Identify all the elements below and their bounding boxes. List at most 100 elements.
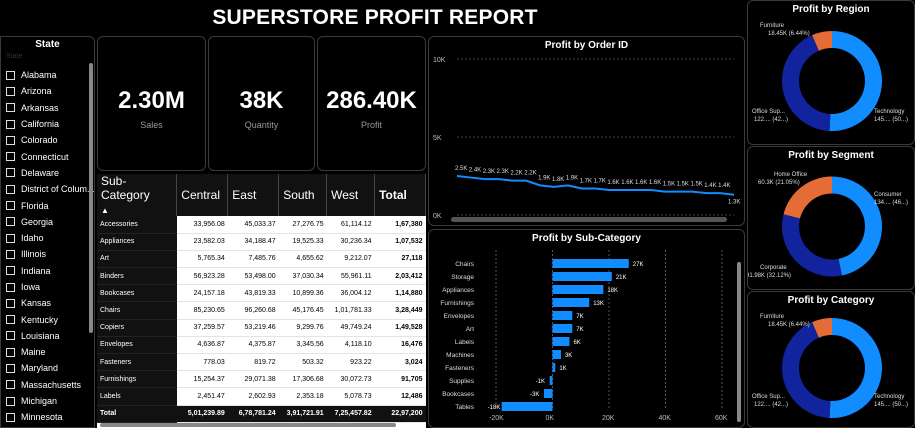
checkbox[interactable]	[6, 412, 15, 422]
checkbox[interactable]	[6, 347, 15, 357]
table-row[interactable]: Appliances 23,582.03 34,188.47 19,525.33 30,…	[97, 233, 426, 251]
bar[interactable]	[552, 363, 556, 372]
table-row[interactable]: Binders 56,923.28 53,498.00 37,030.34 55,961…	[97, 267, 426, 286]
slicer-item[interactable]: Louisiana	[6, 328, 95, 344]
table-cell: 2,03,412	[374, 267, 426, 286]
checkbox[interactable]	[6, 315, 15, 325]
slicer-item[interactable]: Arkansas	[6, 100, 95, 116]
header-central[interactable]: Central	[176, 174, 229, 216]
slicer-item-label: Louisiana	[21, 330, 60, 341]
category-label: Appliances	[442, 287, 475, 294]
slicer-item[interactable]: Michigan	[6, 393, 95, 409]
donut-chart[interactable]: Furniture 18.45K (6.44%) Office Sup... 122.…	[748, 304, 915, 428]
checkbox[interactable]	[6, 363, 15, 373]
checkbox[interactable]	[6, 217, 15, 227]
header-total[interactable]: Total	[374, 174, 426, 216]
donut-slice[interactable]	[782, 322, 831, 418]
profit-matrix[interactable]: Sub-Category ▲ Central East South West To…	[97, 174, 426, 428]
slicer-item[interactable]: Maryland	[6, 360, 95, 376]
checkbox[interactable]	[6, 86, 15, 96]
table-row[interactable]: Copiers 37,259.57 53,219.46 9,299.76 49,749.…	[97, 319, 426, 337]
slicer-item[interactable]: Arizona	[6, 83, 95, 99]
matrix-scrollbar[interactable]	[100, 423, 396, 427]
donut-slice[interactable]	[829, 31, 883, 131]
slicer-item[interactable]: California	[6, 116, 95, 132]
checkbox[interactable]	[6, 233, 15, 243]
donut-chart[interactable]: Home Office 60.3K (21.05%) Corporate 91.98K…	[748, 159, 915, 290]
checkbox[interactable]	[6, 135, 15, 145]
checkbox[interactable]	[6, 152, 15, 162]
checkbox[interactable]	[6, 380, 15, 390]
checkbox[interactable]	[6, 184, 15, 194]
slicer-item[interactable]: Georgia	[6, 214, 95, 230]
donut-chart[interactable]: Furniture 18.45K (6.44%) Office Sup... 122.…	[748, 13, 915, 145]
checkbox[interactable]	[6, 103, 15, 113]
slicer-item[interactable]: District of Colum...	[6, 181, 95, 197]
data-label: 3K	[565, 353, 572, 359]
bar[interactable]	[552, 311, 573, 320]
slicer-item[interactable]: Idaho	[6, 230, 95, 246]
slicer-item[interactable]: Indiana	[6, 263, 95, 279]
slicer-scrollbar[interactable]	[89, 63, 93, 333]
checkbox[interactable]	[6, 396, 15, 406]
bar[interactable]	[552, 350, 561, 359]
bar-scrollbar[interactable]	[737, 262, 741, 422]
bar[interactable]	[552, 285, 604, 294]
slicer-item[interactable]: Massachusetts	[6, 377, 95, 393]
bar[interactable]	[552, 324, 573, 333]
checkbox[interactable]	[6, 201, 15, 211]
line-scrollbar[interactable]	[451, 217, 727, 222]
slicer-item[interactable]: Maine	[6, 344, 95, 360]
table-row[interactable]: Art 5,765.34 7,485.76 4,655.62 9,212.07 27,11…	[97, 250, 426, 269]
table-row[interactable]: Envelopes 4,636.87 4,375.87 3,345.56 4,118.1…	[97, 336, 426, 355]
checkbox[interactable]	[6, 119, 15, 129]
header-west[interactable]: West	[326, 174, 376, 216]
table-row[interactable]: Fasteners 778.03 819.72 503.32 923.22 3,024	[97, 353, 426, 372]
bar[interactable]	[552, 272, 612, 281]
donut-slice[interactable]	[782, 35, 831, 131]
header-south[interactable]: South	[278, 174, 328, 216]
line-chart[interactable]: 10K5K0K2.5K 2.4K 2.3K 2.3K 2.2K 2.2K1.9K 1.8K 1…	[429, 49, 746, 225]
table-row[interactable]: Labels 2,451.47 2,602.93 2,353.18 5,078.73 12…	[97, 387, 426, 406]
table-cell: 3,91,721.91	[278, 404, 327, 423]
bar[interactable]	[544, 389, 553, 398]
slicer-item[interactable]: Delaware	[6, 165, 95, 181]
bar[interactable]	[501, 402, 553, 411]
slicer-item[interactable]: Florida	[6, 197, 95, 213]
header-east[interactable]: East	[227, 174, 280, 216]
checkbox[interactable]	[6, 282, 15, 292]
slicer-item[interactable]: Iowa	[6, 279, 95, 295]
checkbox[interactable]	[6, 331, 15, 341]
data-label: 2.4K	[469, 168, 481, 174]
table-row[interactable]: Furnishings 15,254.37 29,071.38 17,306.68 30…	[97, 370, 426, 389]
slicer-item[interactable]: Connecticut	[6, 148, 95, 164]
slicer-item[interactable]: Kentucky	[6, 311, 95, 327]
bar[interactable]	[552, 298, 590, 307]
slice-label: Office Sup...	[752, 394, 785, 400]
table-row[interactable]: Chairs 85,230.65 96,260.68 45,176.45 1,01,78…	[97, 301, 426, 320]
table-row[interactable]: Accessories 33,956.08 45,033.37 27,276.75 61…	[97, 216, 426, 234]
table-cell: 96,260.68	[227, 301, 279, 320]
checkbox[interactable]	[6, 298, 15, 308]
state-slicer[interactable]: State State Alabama Arizona Arkansas Califo…	[0, 36, 95, 428]
slicer-item[interactable]: Colorado	[6, 132, 95, 148]
checkbox[interactable]	[6, 249, 15, 259]
slicer-item[interactable]: Alabama	[6, 67, 95, 83]
header-sub-category[interactable]: Sub-Category ▲	[97, 174, 178, 216]
table-cell: 6,78,781.24	[227, 404, 279, 423]
slicer-item[interactable]: Kansas	[6, 295, 95, 311]
kpi-label: Sales	[140, 120, 163, 130]
bar[interactable]	[552, 337, 570, 346]
checkbox[interactable]	[6, 168, 15, 178]
slicer-item[interactable]: Illinois	[6, 246, 95, 262]
checkbox[interactable]	[6, 266, 15, 276]
slicer-item[interactable]: Minnesota	[6, 409, 95, 425]
bar-chart[interactable]: -20K 0K 20K 40K 60K Chairs 27K Storage 21K Applia…	[429, 242, 746, 428]
bar[interactable]	[549, 376, 553, 385]
table-row[interactable]: Bookcases 24,157.18 43,819.33 10,899.36 36,0…	[97, 284, 426, 303]
table-cell: 19,525.33	[278, 233, 327, 251]
checkbox[interactable]	[6, 70, 15, 80]
table-row[interactable]: Total 5,01,239.89 6,78,781.24 3,91,721.91 7,…	[97, 404, 426, 423]
donut-slice[interactable]	[782, 214, 842, 277]
bar[interactable]	[552, 259, 629, 268]
